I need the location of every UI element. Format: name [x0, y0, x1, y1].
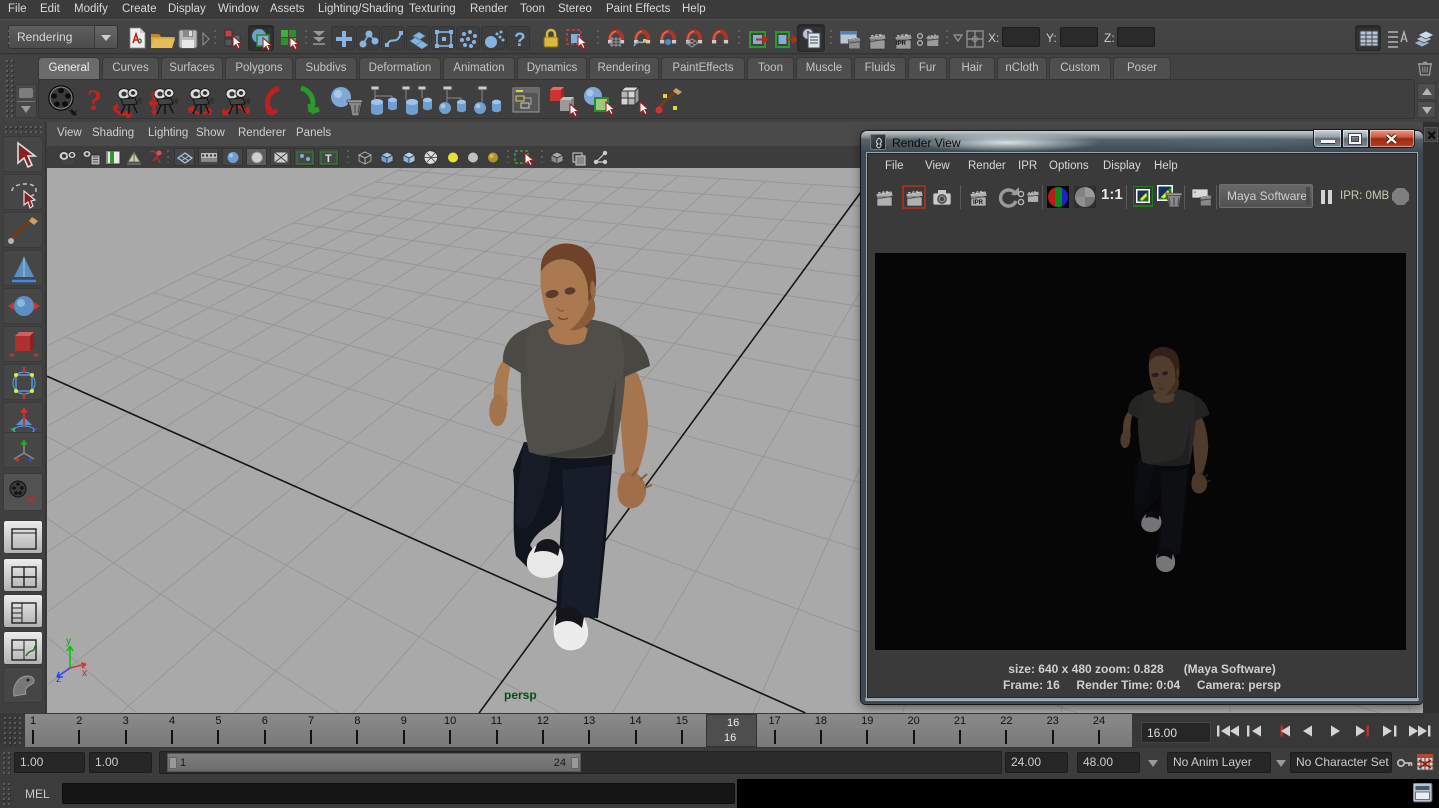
svg-text:persp: persp	[504, 688, 537, 702]
svg-text:": "	[1194, 192, 1196, 198]
svg-text:T: T	[325, 153, 332, 165]
svg-text:z: z	[56, 674, 61, 685]
svg-text:IPR: IPR	[973, 200, 984, 206]
svg-text:?: ?	[514, 30, 526, 51]
svg-text:x: x	[82, 668, 87, 679]
svg-text:?: ?	[87, 84, 102, 117]
svg-text:y: y	[66, 636, 71, 647]
svg-text:IPR: IPR	[896, 41, 907, 47]
